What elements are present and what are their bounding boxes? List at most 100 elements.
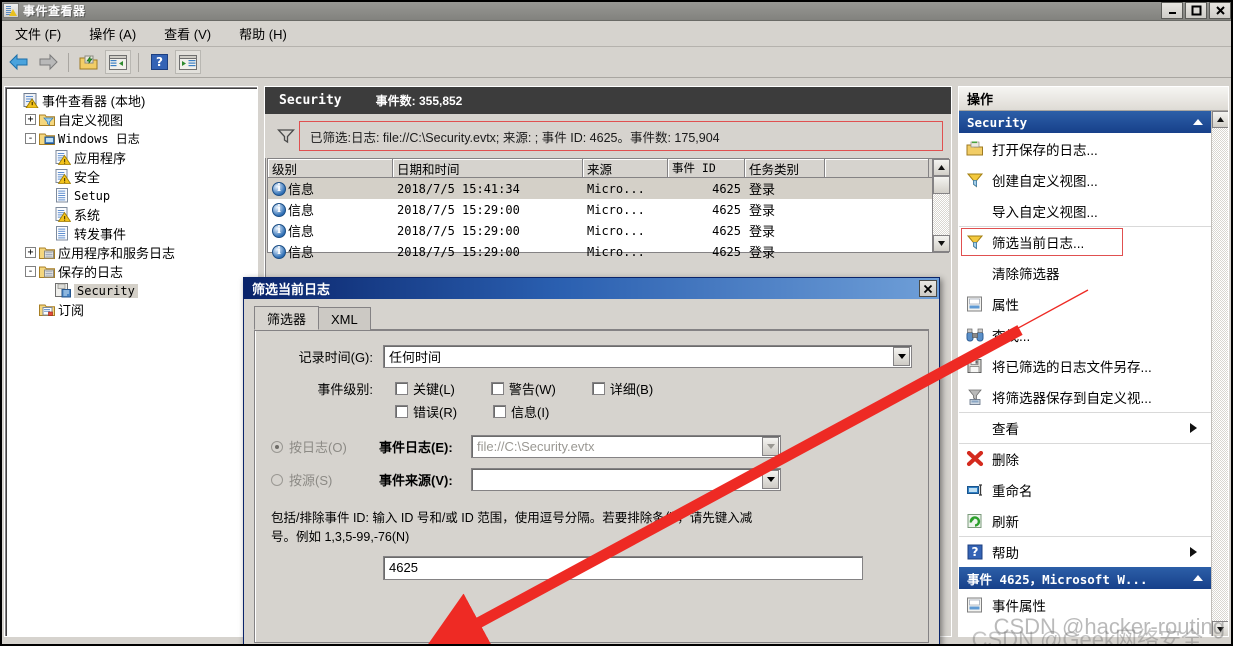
forward-button[interactable] [35,50,61,74]
action-item-0[interactable]: 事件属性 [959,589,1211,620]
event-list-rows[interactable]: i 信息 2018/7/5 15:41:34 Micro... 4625 登录 i 信息 201… [268,178,949,262]
logged-time-combo[interactable]: 任何时间 [383,345,912,368]
event-source-dropdown-button[interactable] [762,470,779,489]
tree-node-5[interactable]: Setup [9,186,255,205]
actions-scroll-down-button[interactable] [1212,621,1228,636]
event-log-combo[interactable]: file://C:\Security.evtx [471,435,781,458]
action-item-11[interactable]: 重命名 [959,474,1211,505]
properties-icon [965,596,984,614]
checkbox-item-0[interactable]: 错误(R) [395,402,457,421]
checkbox-item-2[interactable]: 详细(B) [591,379,653,398]
help-button[interactable]: ? [146,50,172,74]
back-button[interactable] [6,50,32,74]
action-item-label: 刷新 [992,514,1019,530]
action-item-4[interactable]: 清除筛选器 [959,257,1211,288]
radio-by-source[interactable]: 按源(S) [271,470,379,489]
column-header-0[interactable]: 级别 [268,159,393,177]
tree-node-2[interactable]: - Windows 日志 [9,129,255,148]
event-id-input[interactable]: 4625 [383,555,863,580]
checkbox-box[interactable] [395,405,408,418]
console-tree-pane[interactable]: 事件查看器 (本地) + 自定义视图 - Windows 日志 应用程序 安全 Setup 系统… [4,86,258,637]
actions-scroll-up-button[interactable] [1212,111,1228,128]
dialog-close-button[interactable] [919,280,937,297]
tree-node-10[interactable]: Security [9,281,255,300]
column-header-5[interactable] [825,159,929,177]
actions-group-security-header[interactable]: Security [959,111,1211,133]
collapse-toggle-icon[interactable]: - [25,266,36,277]
scrollbar-thumb[interactable] [933,176,950,194]
tree-node-6[interactable]: 系统 [9,205,255,224]
action-item-1[interactable]: 创建自定义视图... [959,164,1211,195]
table-row[interactable]: i 信息 2018/7/5 15:29:00 Micro... 4625 登录 [268,220,949,241]
menu-help[interactable]: 帮助 (H) [236,22,290,45]
checkbox-box[interactable] [591,382,605,395]
checkbox-box[interactable] [493,405,507,418]
tree-node-8[interactable]: + 应用程序和服务日志 [9,243,255,262]
scroll-down-button[interactable] [933,235,950,252]
open-folder-button[interactable] [76,50,102,74]
column-header-4[interactable]: 任务类别 [745,159,825,177]
event-list-header[interactable]: 级别 日期和时间 来源 事件 ID 任务类别 [268,159,949,178]
table-row[interactable]: i 信息 2018/7/5 15:41:34 Micro... 4625 登录 [268,178,949,199]
expand-toggle-icon[interactable]: + [25,114,36,125]
tree-node-label: 保存的日志 [58,265,124,280]
scroll-up-button[interactable] [933,159,950,176]
console-tree: 事件查看器 (本地) + 自定义视图 - Windows 日志 应用程序 安全 Setup 系统… [5,87,257,321]
tree-node-1[interactable]: + 自定义视图 [9,110,255,129]
action-item-2[interactable]: 导入自定义视图... [959,195,1211,226]
action-item-9[interactable]: 查看 [959,412,1211,443]
checkbox-item-0[interactable]: 关键(L) [395,379,455,398]
cell-source: Micro... [587,202,645,217]
menu-action[interactable]: 操作 (A) [86,22,139,45]
action-item-12[interactable]: 刷新 [959,505,1211,536]
action-item-13[interactable]: ? 帮助 [959,536,1211,567]
menu-file[interactable]: 文件 (F) [12,22,64,45]
checkbox-box[interactable] [490,382,504,395]
actions-vertical-scrollbar[interactable] [1211,111,1228,636]
action-item-5[interactable]: 属性 [959,288,1211,319]
action-item-0[interactable]: 打开保存的日志... [959,133,1211,164]
checkbox-box[interactable] [395,382,408,395]
column-header-1[interactable]: 日期和时间 [393,159,583,177]
close-button[interactable] [1209,2,1231,19]
tab-xml[interactable]: XML [318,307,371,330]
table-row[interactable]: i 信息 2018/7/5 15:29:00 Micro... 4625 登录 [268,241,949,262]
scrollbar-track[interactable] [933,176,950,235]
menu-view[interactable]: 查看 (V) [161,22,214,45]
event-log-dropdown-button[interactable] [762,437,779,456]
column-header-2[interactable]: 来源 [583,159,668,177]
tree-node-7[interactable]: 转发事件 [9,224,255,243]
information-icon: i [272,181,286,196]
collapse-toggle-icon[interactable]: - [25,133,36,144]
checkbox-item-1[interactable]: 警告(W) [490,379,556,398]
logged-time-dropdown-button[interactable] [893,347,910,366]
action-item-8[interactable]: 将筛选器保存到自定义视... [959,381,1211,412]
maximize-button[interactable] [1185,2,1207,19]
table-row[interactable]: i 信息 2018/7/5 15:29:00 Micro... 4625 登录 [268,199,949,220]
actions-group-event-header[interactable]: 事件 4625，Microsoft W... [959,567,1211,589]
tree-node-4[interactable]: 安全 [9,167,255,186]
chevron-up-icon[interactable] [1193,119,1203,125]
tree-node-9[interactable]: - 保存的日志 [9,262,255,281]
event-source-combo[interactable] [471,468,781,491]
show-console-tree-button[interactable] [105,50,131,74]
checkbox-item-1[interactable]: 信息(I) [493,402,549,421]
action-item-7[interactable]: 将已筛选的日志文件另存... [959,350,1211,381]
action-item-10[interactable]: 删除 [959,443,1211,474]
level-text: 信息 [288,224,315,239]
tree-node-0[interactable]: 事件查看器 (本地) [9,91,255,110]
show-actions-pane-button[interactable] [175,50,201,74]
minimize-button[interactable] [1161,2,1183,19]
event-list[interactable]: 级别 日期和时间 来源 事件 ID 任务类别 i 信息 2018/7/5 15:41:34 M… [267,158,950,260]
action-item-3[interactable]: 筛选当前日志... [959,226,1211,257]
tree-node-3[interactable]: 应用程序 [9,148,255,167]
actions-scrollbar-track[interactable] [1212,128,1228,621]
event-list-vertical-scrollbar[interactable] [932,159,950,252]
tree-node-11[interactable]: 订阅 [9,300,255,319]
tab-filter[interactable]: 筛选器 [254,306,320,330]
expand-toggle-icon[interactable]: + [25,247,36,258]
chevron-up-icon-2[interactable] [1193,575,1203,581]
radio-by-log[interactable]: 按日志(O) [271,437,379,456]
column-header-3[interactable]: 事件 ID [668,159,745,177]
action-item-6[interactable]: 查找... [959,319,1211,350]
